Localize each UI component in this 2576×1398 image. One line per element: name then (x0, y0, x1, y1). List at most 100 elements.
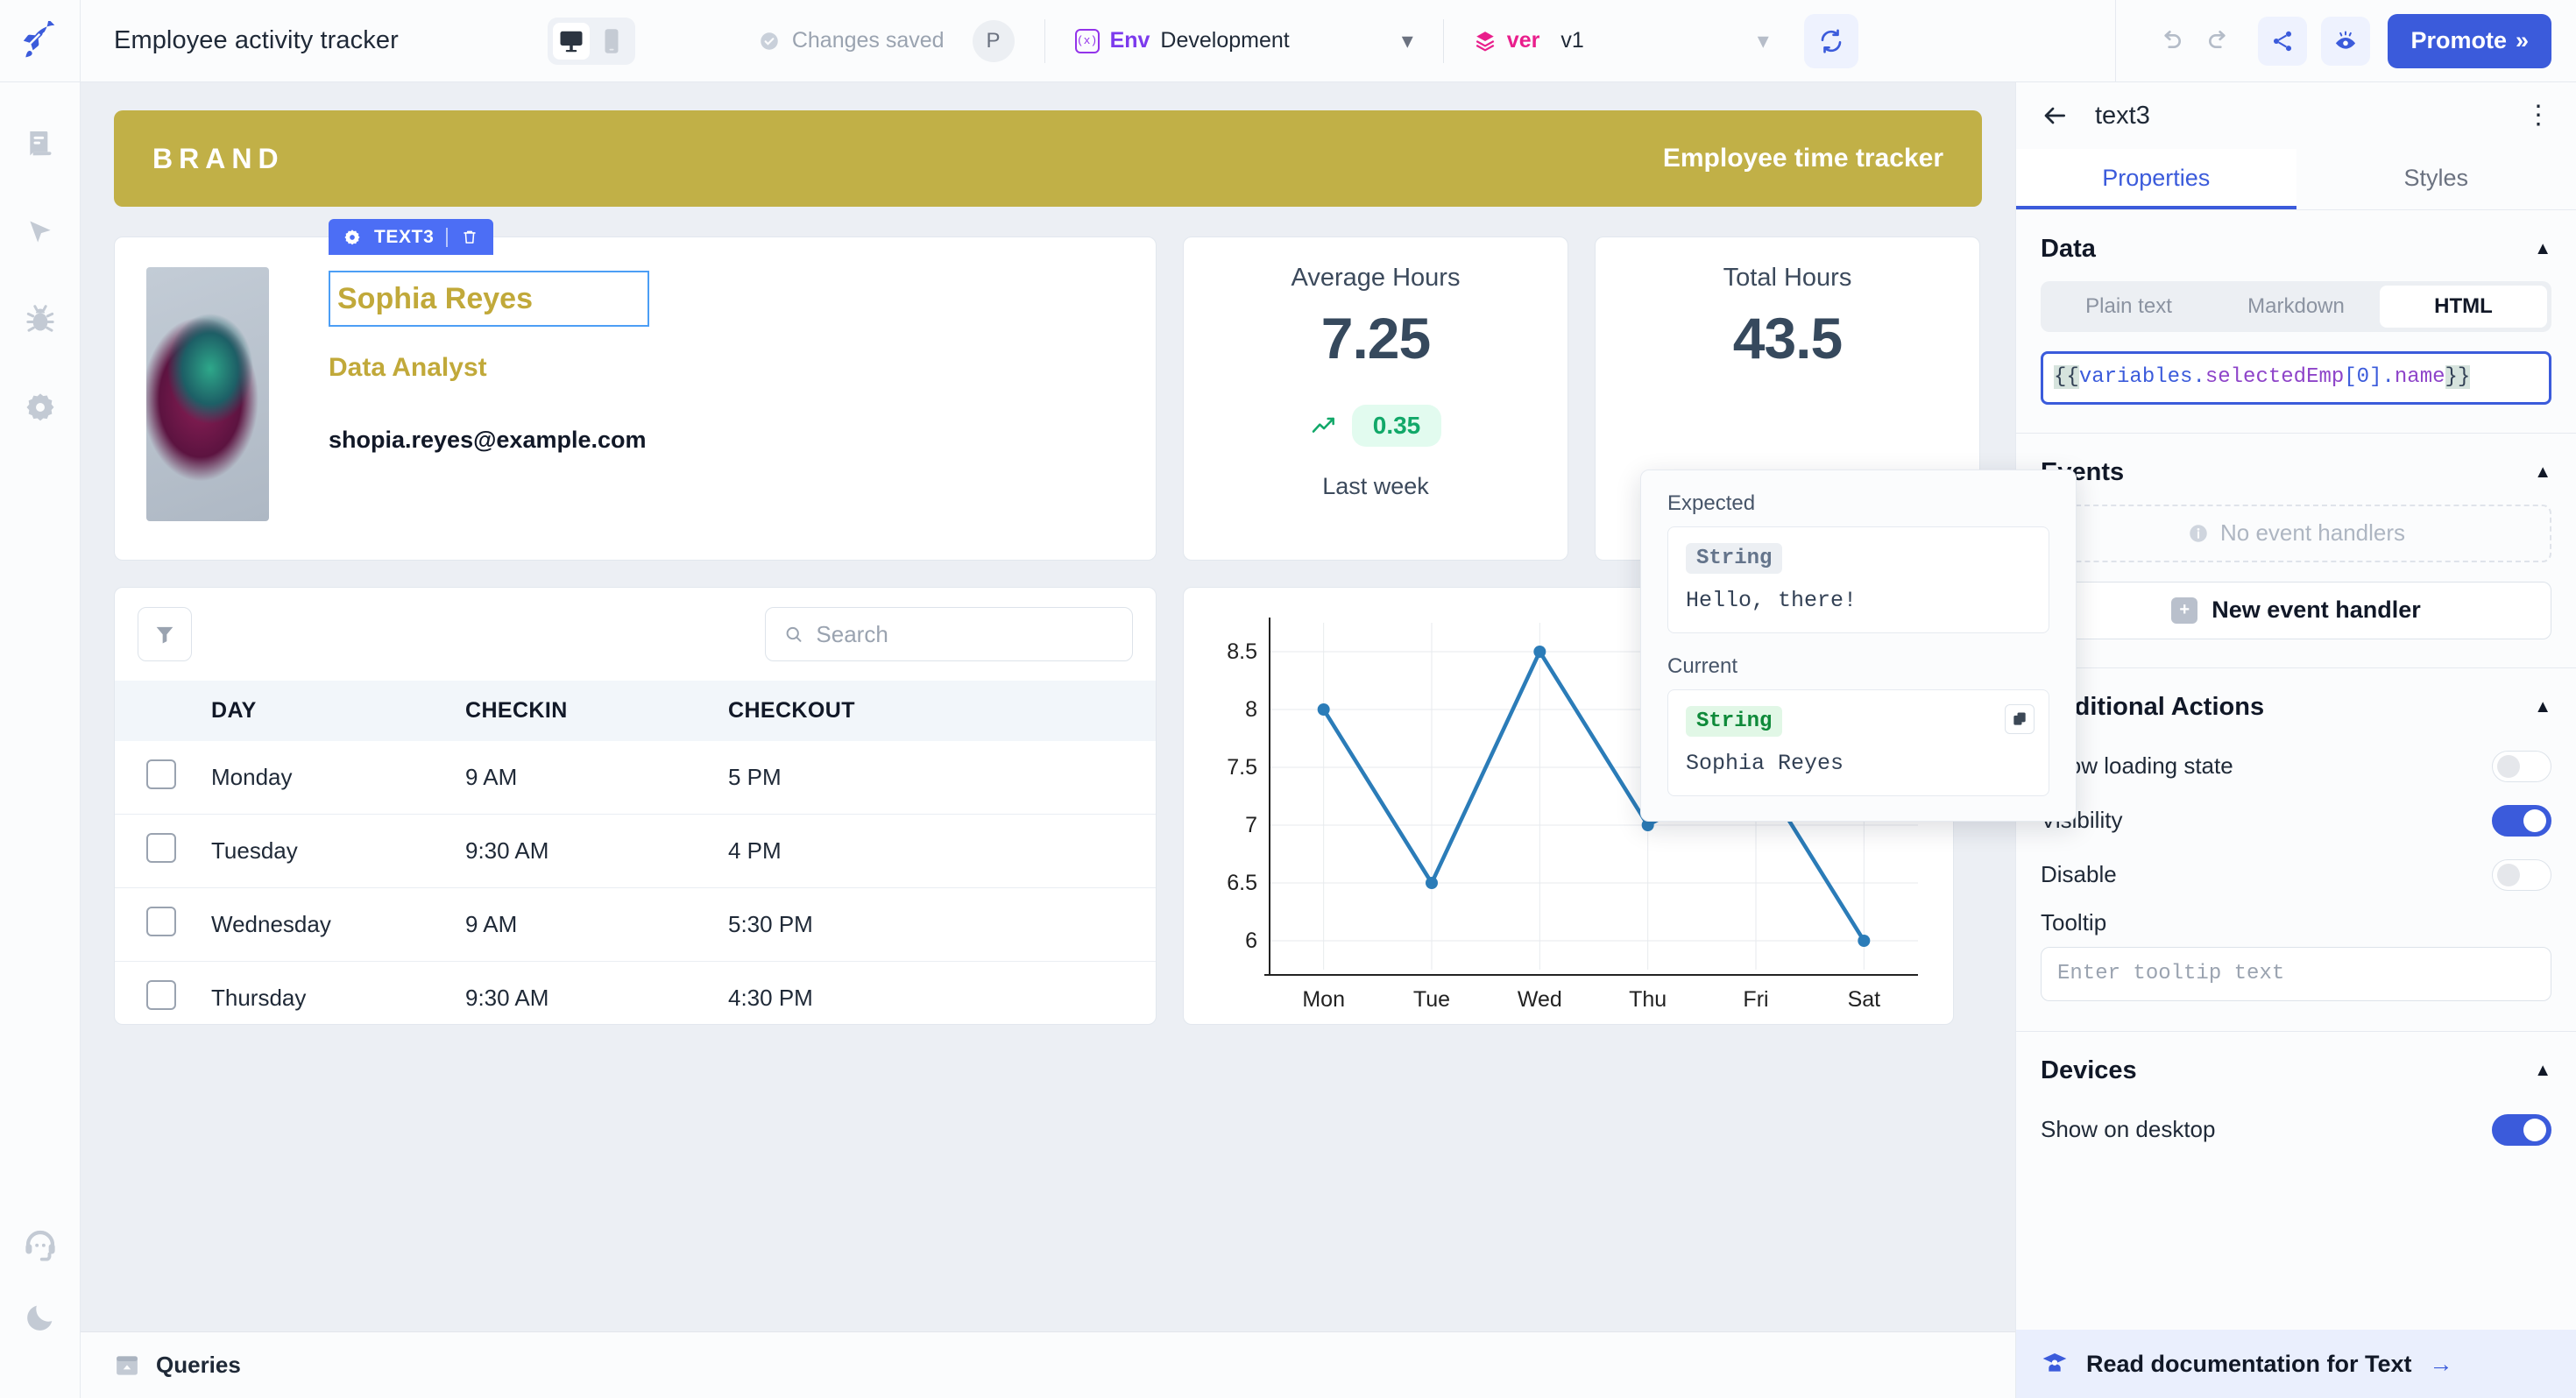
x-axis-tick: Mon (1302, 987, 1345, 1012)
refresh-button[interactable] (1803, 13, 1858, 68)
sidebar-item-support[interactable] (18, 1223, 62, 1267)
redo-icon (2209, 30, 2226, 48)
expected-value: Hello, there! (1686, 588, 1858, 613)
devices-section-header[interactable]: Devices ▲ (2016, 1032, 2576, 1103)
version-selector[interactable]: ver v1 ▾ (1474, 27, 1769, 54)
kebab-menu-icon[interactable]: ⋮ (2525, 102, 2551, 129)
current-type-chip: String (1686, 706, 1783, 737)
row-checkbox-cell[interactable] (115, 887, 211, 962)
stat-label: Average Hours (1291, 264, 1461, 292)
toggle-knob (2523, 808, 2546, 832)
filter-button[interactable] (138, 607, 192, 661)
sidebar-item-components[interactable] (18, 210, 62, 254)
y-axis-tick: 7 (1245, 813, 1257, 837)
sidebar-item-debugger[interactable] (18, 298, 62, 342)
undo-button[interactable] (2146, 17, 2195, 66)
table-header-checkout[interactable]: CHECKOUT (728, 681, 1156, 741)
arrow-left-icon[interactable] (2041, 102, 2069, 130)
employee-name-widget[interactable]: Sophia Reyes (329, 271, 649, 327)
sidebar-item-theme[interactable] (18, 1305, 62, 1354)
row-label: Disable (2041, 861, 2117, 888)
y-axis-tick: 6.5 (1227, 871, 1257, 895)
caret-up-icon[interactable]: ▲ (2534, 239, 2551, 259)
chevron-down-icon[interactable]: ▾ (1758, 27, 1769, 54)
gear-icon[interactable] (343, 228, 362, 247)
table-row[interactable]: Tuesday 9:30 AM 4 PM (115, 814, 1156, 888)
desktop-icon (560, 31, 583, 52)
table-row[interactable]: Thursday 9:30 AM 4:30 PM (115, 961, 1156, 1024)
data-section-header[interactable]: Data ▲ (2016, 210, 2576, 281)
table-header-row: DAY CHECKIN CHECKOUT (115, 681, 1156, 741)
tab-styles[interactable]: Styles (2296, 149, 2576, 209)
additional-actions-header[interactable]: Additional Actions ▲ (2016, 668, 2576, 739)
row-checkbox[interactable] (146, 759, 176, 789)
caret-up-icon[interactable]: ▲ (2534, 697, 2551, 717)
row-checkbox-cell[interactable] (115, 961, 211, 1024)
preview-button[interactable] (2321, 16, 2371, 66)
logo-cell[interactable] (0, 0, 81, 82)
env-selector[interactable]: (x) Env Development ▾ (1074, 27, 1413, 54)
tab-properties[interactable]: Properties (2016, 149, 2296, 209)
row-checkbox-cell[interactable] (115, 814, 211, 888)
toggle-show-loading-state[interactable] (2492, 750, 2551, 782)
stat-card-average-hours: Average Hours 7.25 0.35 Last week (1183, 237, 1568, 561)
row-checkbox[interactable] (146, 907, 176, 936)
inspector-header: text3 ⋮ (2016, 82, 2576, 149)
cell-day: Tuesday (211, 814, 465, 888)
table-header-select (115, 681, 211, 741)
data-section-title: Data (2041, 235, 2096, 263)
sidebar-item-pages[interactable] (18, 123, 62, 166)
table-header-checkin[interactable]: CHECKIN (465, 681, 728, 741)
desktop-view-button[interactable] (552, 22, 590, 60)
row-show-loading-state: Show loading state (2016, 739, 2576, 794)
content-type-segmented-control[interactable]: Plain text Markdown HTML (2041, 281, 2551, 332)
chevron-down-icon[interactable]: ▾ (1402, 27, 1413, 54)
table-header-day[interactable]: DAY (211, 681, 465, 741)
row-checkbox[interactable] (146, 833, 176, 863)
new-event-handler-button[interactable]: + New event handler (2041, 581, 2551, 639)
promote-button[interactable]: Promote » (2388, 13, 2551, 68)
cell-checkin: 9 AM (465, 741, 728, 815)
mobile-view-button[interactable] (593, 23, 630, 60)
filter-icon (156, 626, 173, 644)
search-input[interactable] (816, 620, 1115, 648)
stat-value: 7.25 (1320, 306, 1431, 371)
toggle-show-on-desktop[interactable] (2492, 1113, 2551, 1146)
caret-up-icon[interactable]: ▲ (2534, 1061, 2551, 1081)
events-section-header[interactable]: Events ▲ (2016, 434, 2576, 505)
queries-label: Queries (156, 1352, 241, 1378)
row-checkbox-cell[interactable] (115, 741, 211, 815)
table-row[interactable]: Wednesday 9 AM 5:30 PM (115, 887, 1156, 962)
tooltip-input[interactable] (2041, 946, 2551, 1001)
variable-box-icon: (x) (1074, 28, 1100, 53)
rocket-icon (23, 20, 54, 57)
documentation-link[interactable]: Read documentation for Text → (2016, 1330, 2576, 1398)
toggle-visibility[interactable] (2492, 804, 2551, 837)
redo-button[interactable] (2195, 17, 2244, 66)
search-box[interactable] (765, 607, 1133, 661)
segment-plain-text[interactable]: Plain text (2045, 286, 2212, 328)
employee-photo (146, 267, 269, 521)
x-axis-tick: Wed (1518, 987, 1562, 1012)
sidebar-item-settings[interactable] (18, 385, 62, 429)
body: BRAND Employee time tracker TEXT3 Sophia… (0, 82, 2576, 1398)
copy-button[interactable] (2005, 704, 2035, 734)
cell-day: Monday (211, 741, 465, 815)
trash-icon[interactable] (460, 228, 479, 247)
current-value: Sophia Reyes (1686, 751, 1844, 776)
segment-markdown[interactable]: Markdown (2212, 286, 2380, 328)
toggle-disable[interactable] (2492, 858, 2551, 891)
arrow-right-icon: → (2429, 1350, 2453, 1377)
stat-sublabel: Last week (1322, 473, 1429, 499)
queries-bar[interactable]: Queries (81, 1331, 2015, 1398)
attendance-table-card: DAY CHECKIN CHECKOUT Monday 9 AM (114, 587, 1157, 1025)
selection-badge[interactable]: TEXT3 (329, 219, 494, 255)
data-code-input[interactable]: {{variables.selectedEmp[0].name}} (2041, 351, 2551, 405)
caret-up-icon[interactable]: ▲ (2534, 462, 2551, 483)
share-button[interactable] (2258, 16, 2308, 66)
avatar[interactable]: P (972, 19, 1015, 62)
row-checkbox[interactable] (146, 980, 176, 1010)
segment-html[interactable]: HTML (2380, 286, 2547, 328)
table-row[interactable]: Monday 9 AM 5 PM (115, 741, 1156, 815)
device-toggle-group[interactable] (547, 17, 635, 65)
